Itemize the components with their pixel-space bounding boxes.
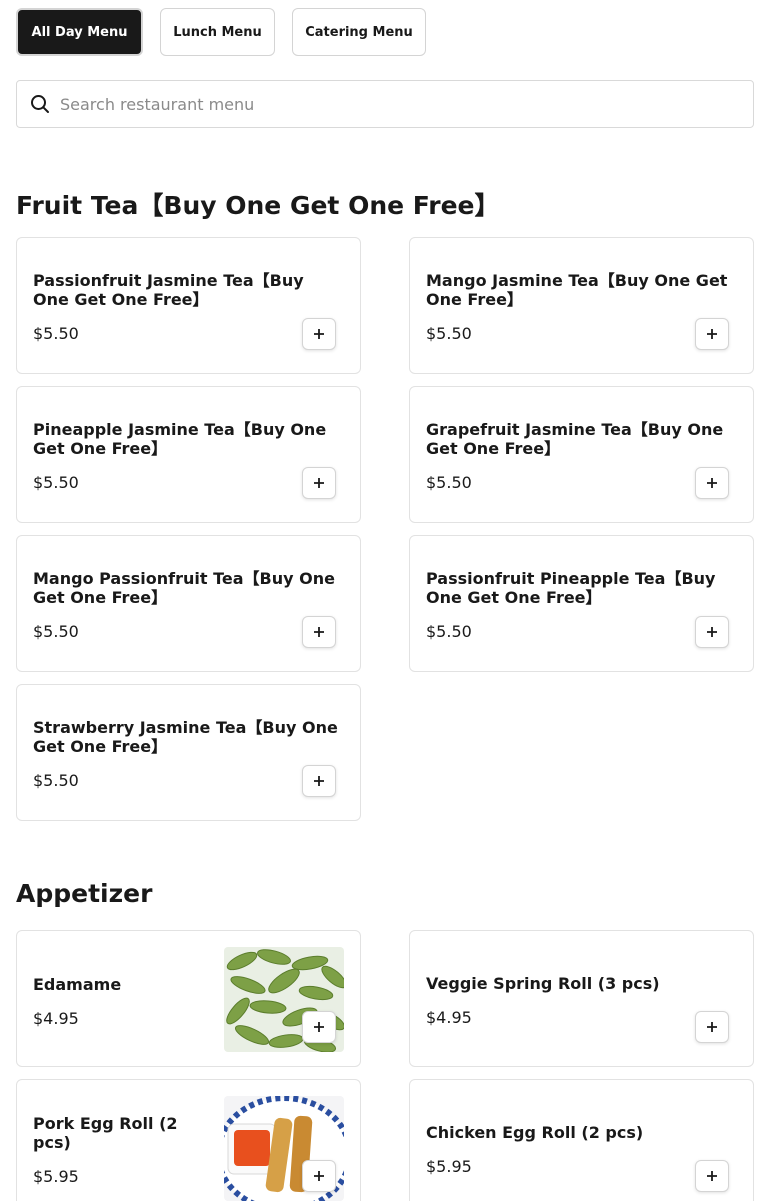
plus-icon (313, 772, 325, 791)
menu-item-card[interactable]: Chicken Egg Roll (2 pcs) $5.95 (409, 1079, 754, 1201)
menu-item-card[interactable]: Edamame $4.95 (16, 930, 361, 1067)
item-price: $5.50 (426, 622, 472, 641)
plus-icon (706, 474, 718, 493)
add-item-button[interactable] (695, 467, 729, 499)
item-name: Pineapple Jasmine Tea【Buy One Get One Fr… (33, 420, 327, 458)
plus-icon (313, 1018, 325, 1037)
item-name: Edamame (33, 975, 122, 994)
item-price: $4.95 (33, 1009, 79, 1028)
tab-lunch-menu[interactable]: Lunch Menu (160, 8, 275, 56)
item-name: Mango Jasmine Tea【Buy One Get One Free】 (426, 271, 728, 309)
add-item-button[interactable] (302, 1011, 336, 1043)
search-placeholder: Search restaurant menu (60, 94, 255, 114)
item-price: $4.95 (426, 1008, 472, 1027)
menu-item-card[interactable]: Veggie Spring Roll (3 pcs) $4.95 (409, 930, 754, 1067)
item-price: $5.50 (33, 622, 79, 641)
item-price: $5.50 (426, 473, 472, 492)
item-price: $5.50 (33, 324, 79, 343)
add-item-button[interactable] (302, 467, 336, 499)
item-name: Chicken Egg Roll (2 pcs) (426, 1123, 644, 1142)
add-item-button[interactable] (695, 616, 729, 648)
item-price: $5.50 (426, 324, 472, 343)
add-item-button[interactable] (302, 1160, 336, 1192)
item-name: Mango Passionfruit Tea【Buy One Get One F… (33, 569, 335, 607)
menu-item-card[interactable]: Mango Passionfruit Tea【Buy One Get One F… (16, 535, 361, 672)
menu-item-card[interactable]: Passionfruit Jasmine Tea【Buy One Get One… (16, 237, 361, 374)
menu-item-card[interactable]: Passionfruit Pineapple Tea【Buy One Get O… (409, 535, 754, 672)
plus-icon (706, 1018, 718, 1037)
item-name: Passionfruit Jasmine Tea【Buy One Get One… (33, 271, 304, 309)
menu-item-card[interactable]: Strawberry Jasmine Tea【Buy One Get One F… (16, 684, 361, 821)
item-price: $5.50 (33, 771, 79, 790)
item-name: Grapefruit Jasmine Tea【Buy One Get One F… (426, 420, 724, 458)
tab-all-day-menu[interactable]: All Day Menu (16, 8, 143, 56)
add-item-button[interactable] (695, 318, 729, 350)
add-item-button[interactable] (695, 1160, 729, 1192)
plus-icon (706, 1167, 718, 1186)
item-name: Strawberry Jasmine Tea【Buy One Get One F… (33, 718, 338, 756)
menu-item-card[interactable]: Pineapple Jasmine Tea【Buy One Get One Fr… (16, 386, 361, 523)
menu-item-card[interactable]: Grapefruit Jasmine Tea【Buy One Get One F… (409, 386, 754, 523)
plus-icon (313, 325, 325, 344)
tab-catering-menu[interactable]: Catering Menu (292, 8, 426, 56)
plus-icon (313, 623, 325, 642)
search-icon (30, 94, 50, 114)
menu-item-card[interactable]: Mango Jasmine Tea【Buy One Get One Free】 … (409, 237, 754, 374)
add-item-button[interactable] (302, 765, 336, 797)
item-price: $5.50 (33, 473, 79, 492)
plus-icon (313, 474, 325, 493)
item-price: $5.95 (426, 1157, 472, 1176)
add-item-button[interactable] (302, 318, 336, 350)
plus-icon (313, 1167, 325, 1186)
plus-icon (706, 325, 718, 344)
item-name: Veggie Spring Roll (3 pcs) (426, 974, 660, 993)
menu-tabs: All Day Menu Lunch Menu Catering Menu (16, 8, 426, 56)
add-item-button[interactable] (302, 616, 336, 648)
add-item-button[interactable] (695, 1011, 729, 1043)
section-title-fruit-tea: Fruit Tea【Buy One Get One Free】 (16, 191, 500, 220)
section-title-appetizer: Appetizer (16, 879, 153, 908)
item-name: Passionfruit Pineapple Tea【Buy One Get O… (426, 569, 716, 607)
item-name: Pork Egg Roll (2 pcs) (33, 1114, 178, 1152)
plus-icon (706, 623, 718, 642)
menu-item-card[interactable]: Pork Egg Roll (2 pcs) $5.95 (16, 1079, 361, 1201)
search-input[interactable]: Search restaurant menu (16, 80, 754, 128)
item-price: $5.95 (33, 1167, 79, 1186)
